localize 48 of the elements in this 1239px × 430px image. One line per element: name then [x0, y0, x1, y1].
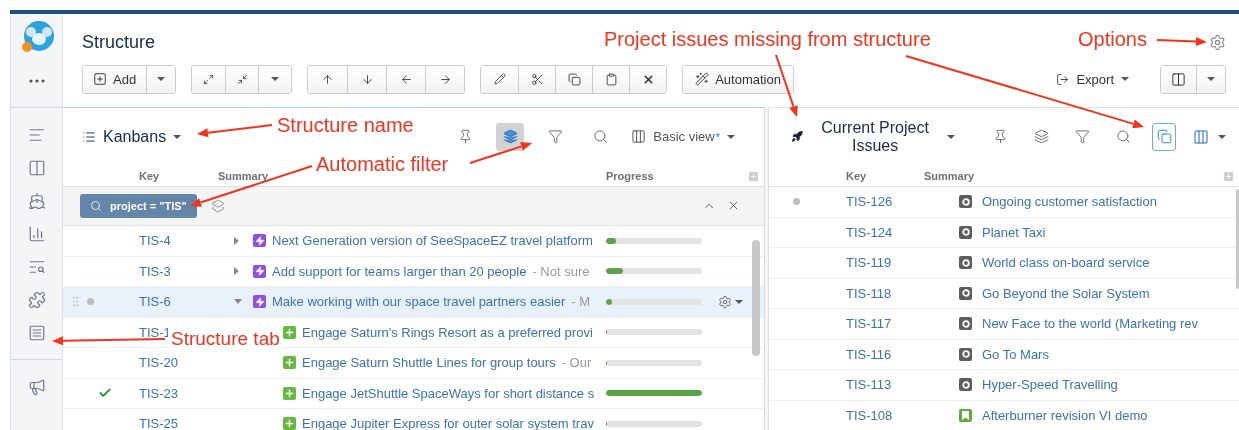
- column-header: Summary: [218, 169, 270, 182]
- issue-summary[interactable]: World class on-board service: [982, 255, 1150, 271]
- issue-description: - Not sure: [532, 263, 590, 279]
- issue-summary[interactable]: Ongoing customer satisfaction: [982, 194, 1157, 210]
- issue-key[interactable]: TIS-124: [846, 224, 893, 240]
- column-header: Progress: [606, 169, 655, 182]
- issue-summary[interactable]: Engage Saturn's Rings Resort as a preferred provi: [302, 324, 593, 340]
- issue-key[interactable]: TIS-118: [846, 285, 892, 301]
- issue-summary[interactable]: Go Beyond the Solar System: [982, 285, 1150, 301]
- issue-summary[interactable]: Add support for teams larger than 20 people: [272, 263, 527, 279]
- issue-key[interactable]: TIS-3: [139, 263, 171, 279]
- annotation-label: Automatic filter: [316, 152, 449, 176]
- annotation-label: Options: [1078, 27, 1147, 51]
- add-button[interactable]: Add: [83, 65, 147, 93]
- issue-summary[interactable]: Go To Mars: [982, 346, 1049, 362]
- issue-key[interactable]: TIS-1: [139, 324, 171, 340]
- issue-description: - Our: [561, 355, 592, 371]
- issue-summary[interactable]: Hyper-Speed Travelling: [982, 377, 1118, 393]
- page-title: Structure: [82, 31, 156, 53]
- issue-key[interactable]: TIS-113: [846, 377, 892, 393]
- column-header: Key: [846, 169, 868, 182]
- issue-key[interactable]: TIS-6: [139, 294, 171, 310]
- issue-key[interactable]: TIS-116: [846, 346, 892, 362]
- issue-summary[interactable]: Planet Taxi: [982, 224, 1046, 240]
- issue-key[interactable]: TIS-25: [139, 416, 178, 430]
- issue-summary[interactable]: Engage JetShuttle SpaceWays for short distance s: [302, 385, 595, 401]
- issue-key[interactable]: TIS-20: [139, 355, 178, 371]
- filter-chip[interactable]: project = "TIS": [80, 194, 197, 218]
- issue-summary[interactable]: Next Generation version of SeeSpaceEZ travel platform: [272, 233, 593, 249]
- issue-key[interactable]: TIS-117: [846, 316, 892, 332]
- issue-description: - M: [571, 294, 591, 310]
- structure-name-dropdown[interactable]: Kanbans: [82, 127, 182, 146]
- issue-summary[interactable]: Engage Saturn Shuttle Lines for group tours: [302, 355, 556, 371]
- annotation-label: Project issues missing from structure: [604, 27, 931, 51]
- column-header: Key: [139, 169, 161, 182]
- issue-key[interactable]: TIS-119: [846, 255, 892, 271]
- issue-summary[interactable]: Make working with our space travel partners easier: [272, 294, 566, 310]
- automation-button[interactable]: Automation: [683, 65, 793, 93]
- issue-key[interactable]: TIS-4: [139, 233, 171, 249]
- annotation-label: Structure name: [277, 113, 414, 137]
- issue-key[interactable]: TIS-108: [846, 407, 893, 423]
- issue-key[interactable]: TIS-126: [846, 194, 893, 210]
- export-button[interactable]: Export: [1050, 65, 1135, 93]
- panel-title-dropdown[interactable]: Current Project Issues: [791, 118, 955, 155]
- issue-summary[interactable]: New Face to the world (Marketing rev: [982, 316, 1199, 332]
- issue-key[interactable]: TIS-23: [139, 385, 178, 401]
- column-header: Summary: [924, 169, 976, 182]
- issue-summary[interactable]: Afterburner revision VI demo: [982, 407, 1148, 423]
